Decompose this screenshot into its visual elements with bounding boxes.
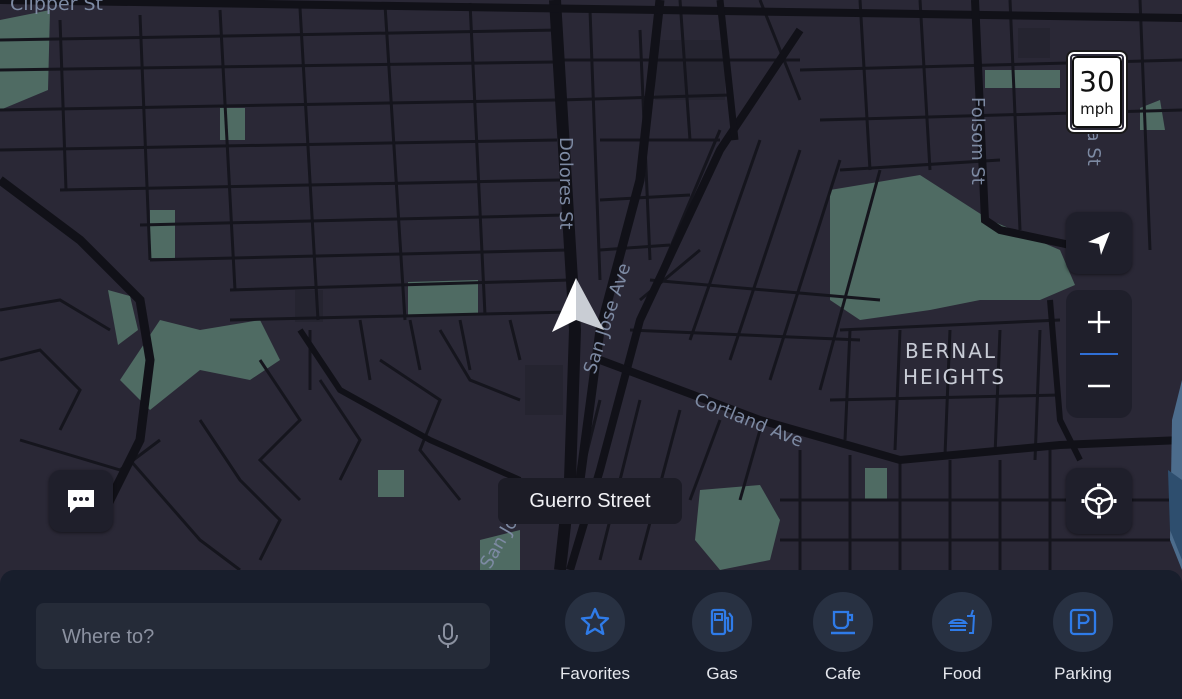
microphone-icon[interactable] [436,623,460,649]
messages-button[interactable] [49,470,113,532]
parking-icon [1069,608,1097,636]
area-label-bernal: BERNAL [905,339,997,363]
coffee-cup-icon [831,610,855,635]
star-icon [580,607,610,635]
settings-button[interactable] [1066,468,1132,534]
shortcut-label: Gas [706,664,738,683]
recenter-button[interactable] [1066,212,1132,274]
navigation-arrow-icon [1088,232,1110,255]
shortcut-cafe[interactable]: Cafe [793,592,893,684]
bottom-panel: Favorites Gas Cafe [0,570,1182,699]
street-label-dolores: Dolores St [555,137,576,230]
zoom-out-button[interactable] [1066,354,1132,418]
street-label-clipper: Clipper St [10,0,103,15]
burger-drink-icon [947,609,976,634]
shortcut-food[interactable]: Food [912,592,1012,684]
search-input[interactable] [60,603,434,671]
current-street-label: Guerro Street [498,478,682,524]
shortcut-parking[interactable]: Parking [1033,592,1133,684]
shortcut-label: Food [942,664,982,683]
gas-pump-icon [710,608,734,636]
zoom-controls [1066,290,1132,418]
speed-limit-sign: 30 mph [1066,50,1128,134]
shortcut-label: Favorites [560,664,630,683]
chat-bubble-icon [68,490,94,513]
shortcut-favorites[interactable]: Favorites [545,592,645,684]
zoom-in-button[interactable] [1066,290,1132,354]
plus-icon [1088,311,1110,333]
shortcut-gas[interactable]: Gas [672,592,772,684]
area-label-heights: HEIGHTS [903,365,1006,389]
street-label-folsom: Folsom St [967,97,988,185]
minus-icon [1088,384,1110,388]
steering-wheel-icon [1081,483,1117,519]
shortcut-label: Parking [1054,664,1112,683]
shortcut-label: Cafe [825,664,861,683]
search-box[interactable] [36,603,490,671]
